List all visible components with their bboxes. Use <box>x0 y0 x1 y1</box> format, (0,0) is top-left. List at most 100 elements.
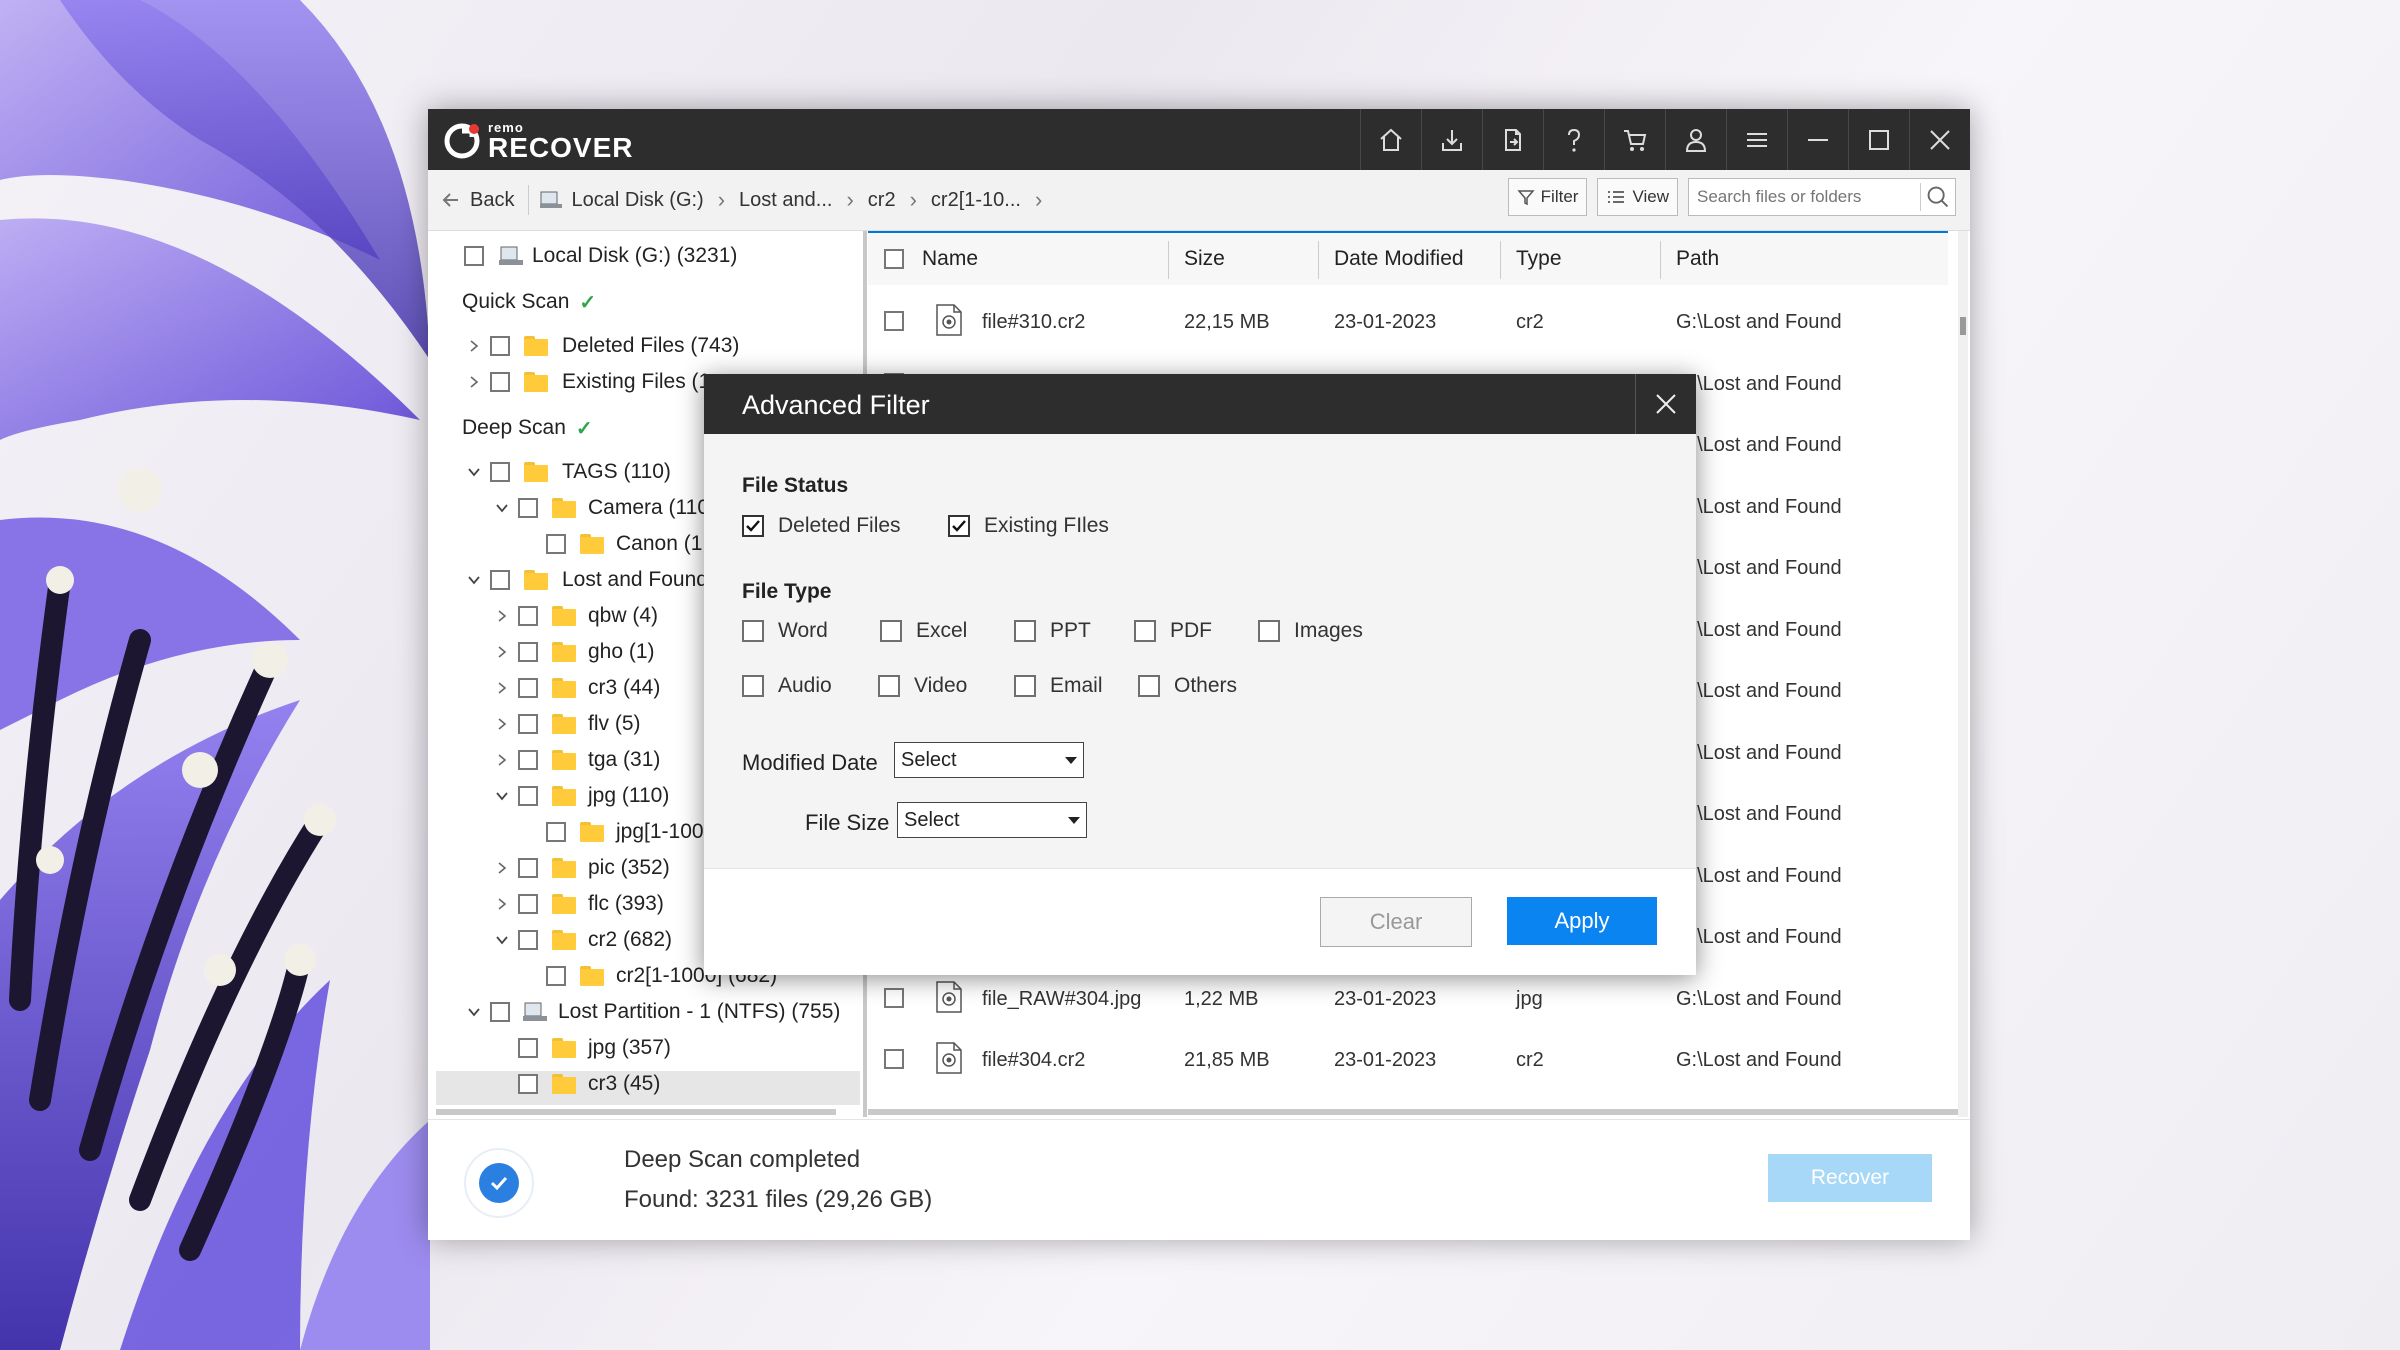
checkbox[interactable] <box>1014 675 1036 697</box>
minimize-icon[interactable] <box>1787 109 1848 170</box>
row-checkbox[interactable] <box>884 1049 904 1069</box>
tree-item[interactable]: cr3 (44) <box>492 671 660 705</box>
recover-button[interactable]: Recover <box>1768 1154 1932 1202</box>
view-button[interactable]: View <box>1597 178 1678 216</box>
checkbox[interactable] <box>518 714 538 734</box>
search-icon[interactable] <box>1921 182 1955 212</box>
checkbox[interactable] <box>518 750 538 770</box>
chevron-right-icon[interactable] <box>492 642 512 662</box>
checkbox[interactable] <box>1138 675 1160 697</box>
checkbox[interactable] <box>518 894 538 914</box>
filter-button[interactable]: Filter <box>1507 178 1588 216</box>
tree-root[interactable]: Local Disk (G:) (3231) <box>464 239 737 273</box>
dialog-close-icon[interactable] <box>1635 374 1696 434</box>
type-others-option[interactable]: Others <box>1138 674 1237 698</box>
clear-button[interactable]: Clear <box>1320 897 1472 947</box>
help-icon[interactable] <box>1543 109 1604 170</box>
tree-item[interactable]: Camera (110 <box>492 491 709 525</box>
chevron-right-icon[interactable] <box>492 858 512 878</box>
checkbox[interactable] <box>546 534 566 554</box>
checkbox[interactable] <box>518 786 538 806</box>
tree-item[interactable]: jpg (110) <box>492 779 669 813</box>
chevron-right-icon[interactable] <box>464 336 484 356</box>
checkbox[interactable] <box>518 858 538 878</box>
tree-item[interactable]: qbw (4) <box>492 599 658 633</box>
chevron-down-icon[interactable] <box>464 462 484 482</box>
column-header-path[interactable]: Path <box>1676 247 1719 271</box>
checkbox[interactable] <box>490 1002 510 1022</box>
existing-files-checkbox[interactable] <box>948 515 970 537</box>
existing-files-option[interactable]: Existing FIles <box>948 514 1109 538</box>
tree-item[interactable]: cr2 (682) <box>492 923 672 957</box>
checkbox[interactable] <box>742 620 764 642</box>
tree-item[interactable]: Lost and Found <box>464 563 708 597</box>
checkbox[interactable] <box>1134 620 1156 642</box>
user-icon[interactable] <box>1665 109 1726 170</box>
checkbox[interactable] <box>878 675 900 697</box>
checkbox[interactable] <box>490 336 510 356</box>
chevron-right-icon[interactable] <box>492 606 512 626</box>
checkbox[interactable] <box>518 678 538 698</box>
tree-item[interactable]: Lost Partition - 1 (NTFS) (755) <box>464 995 840 1029</box>
table-row[interactable]: file_RAW#304.jpg 1,22 MB 23-01-2023 jpg G:\L… <box>868 968 1948 1028</box>
checkbox[interactable] <box>1258 620 1280 642</box>
breadcrumb-cr2-range[interactable]: cr2[1-10... <box>931 189 1021 212</box>
chevron-down-icon[interactable] <box>492 498 512 518</box>
row-checkbox[interactable] <box>884 311 904 331</box>
tree-item[interactable]: flc (393) <box>492 887 664 921</box>
chevron-right-icon[interactable] <box>492 750 512 770</box>
tree-item[interactable]: flv (5) <box>492 707 641 741</box>
chevron-down-icon[interactable] <box>464 570 484 590</box>
checkbox[interactable] <box>1014 620 1036 642</box>
chevron-down-icon[interactable] <box>492 930 512 950</box>
close-icon[interactable] <box>1909 109 1970 170</box>
breadcrumb-local-disk[interactable]: Local Disk (G:) <box>539 189 704 212</box>
tree-item[interactable]: TAGS (110) <box>464 455 671 489</box>
column-header-name[interactable]: Name <box>922 247 978 271</box>
type-excel-option[interactable]: Excel <box>880 619 967 643</box>
tree-item[interactable]: cr3 (45) <box>492 1067 660 1101</box>
tree-item[interactable]: gho (1) <box>492 635 655 669</box>
table-row[interactable]: file#310.cr2 22,15 MB 23-01-2023 cr2 G:\Lost… <box>868 291 1948 351</box>
checkbox[interactable] <box>518 642 538 662</box>
checkbox[interactable] <box>518 498 538 518</box>
checkbox[interactable] <box>546 822 566 842</box>
menu-icon[interactable] <box>1726 109 1787 170</box>
apply-button[interactable]: Apply <box>1507 897 1657 945</box>
checkbox[interactable] <box>742 675 764 697</box>
column-header-date[interactable]: Date Modified <box>1334 247 1464 271</box>
vertical-scrollbar[interactable] <box>1958 231 1968 1117</box>
column-header-size[interactable]: Size <box>1184 247 1225 271</box>
breadcrumb-lost-and-found[interactable]: Lost and... <box>739 189 832 212</box>
checkbox[interactable] <box>880 620 902 642</box>
chevron-right-icon[interactable] <box>492 714 512 734</box>
checkbox[interactable] <box>490 372 510 392</box>
type-ppt-option[interactable]: PPT <box>1014 619 1091 643</box>
table-row[interactable]: file#304.cr2 21,85 MB 23-01-2023 cr2 G:\Lost… <box>868 1029 1948 1089</box>
tree-item[interactable]: pic (352) <box>492 851 670 885</box>
modified-date-select[interactable]: Select <box>894 742 1084 778</box>
checkbox[interactable] <box>518 930 538 950</box>
tree-item[interactable]: tga (31) <box>492 743 660 777</box>
file-horizontal-scrollbar[interactable] <box>868 1109 1958 1115</box>
maximize-icon[interactable] <box>1848 109 1909 170</box>
tree-item[interactable]: Existing Files (1 <box>464 365 710 399</box>
checkbox[interactable] <box>518 606 538 626</box>
checkbox[interactable] <box>490 570 510 590</box>
tree-item[interactable]: Deleted Files (743) <box>464 329 739 363</box>
checkbox[interactable] <box>518 1074 538 1094</box>
deleted-files-checkbox[interactable] <box>742 515 764 537</box>
chevron-right-icon[interactable] <box>464 372 484 392</box>
row-checkbox[interactable] <box>884 987 904 1008</box>
chevron-down-icon[interactable] <box>464 1002 484 1022</box>
back-button[interactable]: Back <box>440 189 514 212</box>
tree-item[interactable]: Canon (1 <box>520 527 702 561</box>
checkbox[interactable] <box>464 246 484 266</box>
checkbox[interactable] <box>518 1038 538 1058</box>
type-images-option[interactable]: Images <box>1258 619 1363 643</box>
export-icon[interactable] <box>1482 109 1543 170</box>
breadcrumb-cr2[interactable]: cr2 <box>868 189 896 212</box>
tree-item[interactable]: jpg (357) <box>492 1031 671 1065</box>
deleted-files-option[interactable]: Deleted Files <box>742 514 901 538</box>
select-all-checkbox[interactable] <box>884 249 904 269</box>
